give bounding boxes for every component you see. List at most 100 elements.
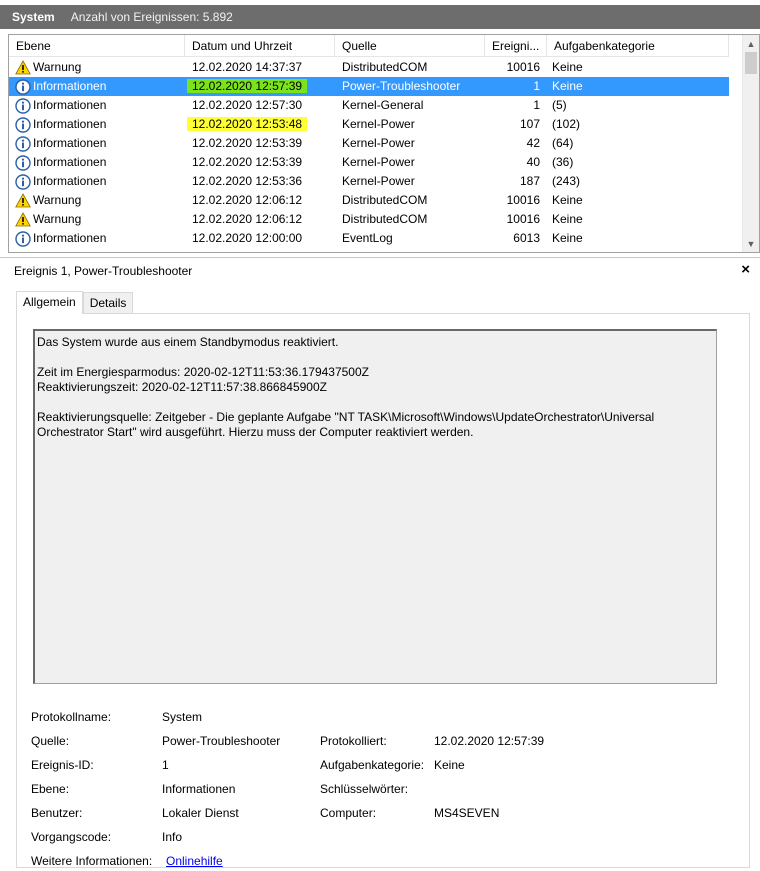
log-title: System	[12, 10, 55, 24]
info-icon	[15, 135, 31, 152]
value-protokolliert: 12.02.2020 12:57:39	[434, 734, 545, 748]
label-weitere-informationen: Weitere Informationen:	[31, 854, 153, 868]
table-row[interactable]: Informationen 12.02.2020 12:53:39 Kernel-P…	[9, 134, 729, 153]
message-line: Reaktivierungszeit: 2020-02-12T11:57:38.…	[37, 380, 327, 394]
value-ebene: Informationen	[162, 782, 236, 796]
details-tabs: Allgemein Details	[16, 291, 134, 314]
vertical-scrollbar[interactable]: ▲ ▼	[742, 35, 759, 252]
column-header-datum[interactable]: Datum und Uhrzeit	[185, 35, 335, 57]
table-row[interactable]: Informationen 12.02.2020 12:53:36 Kernel-P…	[9, 172, 729, 191]
column-header-ebene[interactable]: Ebene	[9, 35, 185, 57]
info-icon	[15, 78, 31, 95]
cell-event-id: 10016	[506, 212, 540, 226]
level-text: Warnung	[33, 193, 82, 207]
info-icon	[15, 173, 31, 190]
value-ereignis-id: 1	[162, 758, 169, 772]
table-row[interactable]: Informationen 12.02.2020 12:00:00 EventLog…	[9, 229, 729, 248]
cell-event-id: 107	[519, 117, 540, 131]
table-row[interactable]: Informationen 12.02.2020 12:53:39 Kernel-P…	[9, 153, 729, 172]
cell-category: Keine	[552, 231, 583, 245]
label-computer: Computer:	[320, 806, 377, 820]
cell-level: Warnung	[9, 191, 185, 210]
cell-date: 12.02.2020 12:53:36	[185, 172, 335, 191]
column-header-ereignis-id[interactable]: Ereigni...	[485, 35, 547, 57]
table-row[interactable]: Informationen 12.02.2020 12:57:39 Power-Tr…	[9, 77, 729, 96]
cell-level: Informationen	[9, 77, 185, 96]
value-computer: MS4SEVEN	[434, 806, 500, 820]
event-message[interactable]: Das System wurde aus einem Standbymodus …	[33, 329, 717, 684]
cell-level: Warnung	[9, 210, 185, 229]
level-text: Warnung	[33, 60, 82, 74]
cell-event-id: 10016	[506, 60, 540, 74]
cell-level: Informationen	[9, 172, 185, 191]
cell-source: Kernel-Power	[342, 174, 415, 188]
scroll-thumb[interactable]	[745, 52, 757, 74]
level-text: Informationen	[33, 136, 107, 150]
cell-date: 12.02.2020 12:06:12	[185, 191, 335, 210]
info-icon	[15, 230, 31, 247]
cell-source: DistributedCOM	[342, 60, 428, 74]
info-icon	[15, 116, 31, 133]
date-text: 12.02.2020 12:00:00	[192, 231, 303, 245]
date-text: 12.02.2020 12:57:30	[192, 98, 303, 112]
label-ereignis-id: Ereignis-ID:	[31, 758, 94, 772]
table-row[interactable]: Warnung 12.02.2020 14:37:37 DistributedCOM…	[9, 58, 729, 77]
tab-details[interactable]: Details	[82, 292, 134, 313]
column-header-quelle[interactable]: Quelle	[335, 35, 485, 57]
onlinehilfe-link[interactable]: Onlinehilfe	[166, 854, 223, 868]
close-icon[interactable]: ×	[741, 261, 750, 278]
cell-source: Power-Troubleshooter	[342, 79, 461, 93]
cell-category: Keine	[552, 79, 583, 93]
value-protokollname: System	[162, 710, 203, 724]
message-line: Das System wurde aus einem Standbymodus …	[37, 335, 339, 349]
cell-category: Keine	[552, 212, 583, 226]
cell-source: Kernel-Power	[342, 136, 415, 150]
cell-source: Kernel-Power	[342, 155, 415, 169]
cell-event-id: 187	[519, 174, 540, 188]
cell-date: 12.02.2020 12:53:39	[185, 153, 335, 172]
cell-event-id: 40	[526, 155, 540, 169]
tab-allgemein[interactable]: Allgemein	[16, 291, 83, 314]
cell-event-id: 6013	[513, 231, 540, 245]
table-row[interactable]: Warnung 12.02.2020 12:06:12 DistributedCOM…	[9, 191, 729, 210]
event-list[interactable]: Ebene Datum und Uhrzeit Quelle Ereigni..…	[8, 34, 760, 253]
label-quelle: Quelle:	[31, 734, 70, 748]
cell-date: 12.02.2020 12:57:39	[185, 77, 335, 96]
date-text: 12.02.2020 14:37:37	[192, 60, 303, 74]
level-text: Informationen	[33, 174, 107, 188]
cell-event-id: 1	[533, 79, 540, 93]
table-row[interactable]: Warnung 12.02.2020 12:06:12 DistributedCOM…	[9, 210, 729, 229]
cell-source: EventLog	[342, 231, 393, 245]
warning-icon	[15, 212, 31, 228]
label-protokolliert: Protokolliert:	[320, 734, 387, 748]
scroll-up-icon[interactable]: ▲	[743, 35, 759, 52]
level-text: Warnung	[33, 212, 82, 226]
level-text: Informationen	[33, 79, 107, 93]
cell-level: Informationen	[9, 153, 185, 172]
cell-category: (5)	[552, 98, 567, 112]
message-line: Reaktivierungsquelle: Zeitgeber - Die ge…	[37, 410, 655, 424]
cell-date: 12.02.2020 12:00:00	[185, 229, 335, 248]
value-quelle: Power-Troubleshooter	[162, 734, 281, 748]
info-icon	[15, 154, 31, 171]
cell-event-id: 1	[533, 98, 540, 112]
table-row[interactable]: Informationen 12.02.2020 12:57:30 Kernel-G…	[9, 96, 729, 115]
date-text: 12.02.2020 12:53:36	[192, 174, 303, 188]
label-aufgabenkategorie: Aufgabenkategorie:	[320, 758, 425, 772]
level-text: Informationen	[33, 155, 107, 169]
value-aufgabenkategorie: Keine	[434, 758, 465, 772]
date-text: 12.02.2020 12:53:39	[192, 136, 303, 150]
scroll-down-icon[interactable]: ▼	[743, 235, 759, 252]
date-text: 12.02.2020 12:53:39	[192, 155, 303, 169]
cell-level: Informationen	[9, 229, 185, 248]
list-header: Ebene Datum und Uhrzeit Quelle Ereigni..…	[9, 35, 729, 57]
message-line: Orchestrator Start" wird ausgeführt. Hie…	[37, 425, 474, 439]
column-header-aufgabenkategorie[interactable]: Aufgabenkategorie	[547, 35, 729, 57]
level-text: Informationen	[33, 231, 107, 245]
cell-level: Informationen	[9, 96, 185, 115]
table-row[interactable]: Informationen 12.02.2020 12:53:48 Kernel-P…	[9, 115, 729, 134]
cell-category: (102)	[552, 117, 581, 131]
cell-source: Kernel-Power	[342, 117, 415, 131]
event-count: Anzahl von Ereignissen: 5.892	[70, 10, 233, 24]
cell-category: (36)	[552, 155, 574, 169]
